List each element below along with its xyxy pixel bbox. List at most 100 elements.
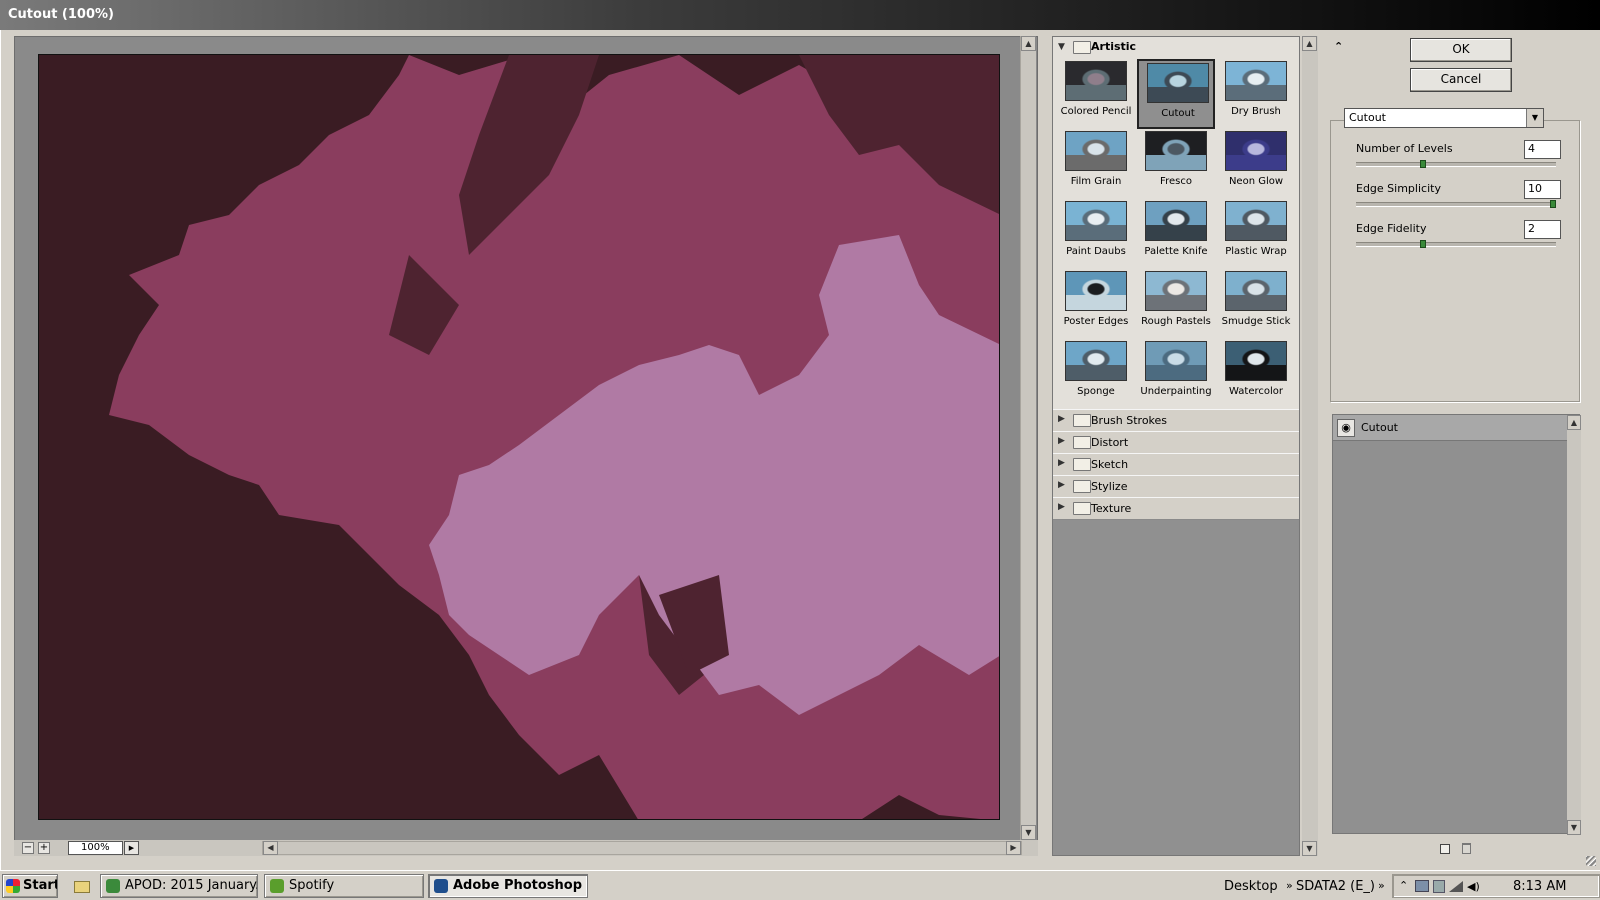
chevron-right-icon[interactable]: » (1286, 879, 1293, 892)
filter-thumb-fresco[interactable]: Fresco (1137, 129, 1215, 199)
filter-thumb-plastic-wrap[interactable]: Plastic Wrap (1217, 199, 1295, 269)
cancel-button[interactable]: Cancel (1410, 68, 1512, 92)
filter-thumb-dry-brush[interactable]: Dry Brush (1217, 59, 1295, 129)
trash-icon[interactable] (1462, 843, 1471, 854)
filter-thumb-label: Palette Knife (1144, 246, 1208, 257)
artistic-filter-grid: Colored Pencil Cutout Dry Brush Film Grain F… (1053, 57, 1299, 409)
network-error-icon[interactable] (1415, 880, 1429, 892)
filter-thumb-palette-knife[interactable]: Palette Knife (1137, 199, 1215, 269)
app-icon (434, 879, 448, 893)
show-desktop-icon[interactable] (74, 881, 90, 893)
scroll-up-button[interactable]: ▲ (1021, 36, 1036, 51)
filter-thumb-rough-pastels[interactable]: Rough Pastels (1137, 269, 1215, 339)
start-button[interactable]: Start (2, 874, 58, 898)
window-titlebar[interactable]: Cutout (100%) (0, 0, 1600, 30)
filter-thumb-film-grain[interactable]: Film Grain (1057, 129, 1135, 199)
category-artistic-header[interactable]: ▼ Artistic (1053, 37, 1299, 57)
param-label: Edge Fidelity (1356, 222, 1427, 235)
eye-icon[interactable]: ◉ (1337, 419, 1355, 437)
layers-scrollbar[interactable]: ▲ ▼ (1567, 415, 1581, 835)
scroll-down-button[interactable]: ▼ (1567, 820, 1581, 835)
filter-thumb-underpainting[interactable]: Underpainting (1137, 339, 1215, 409)
toolbar-drive[interactable]: SDATA2 (E_) (1296, 879, 1375, 894)
filter-thumb-paint-daubs[interactable]: Paint Daubs (1057, 199, 1135, 269)
category-label: Sketch (1091, 458, 1129, 471)
filter-preview-image (1065, 271, 1127, 311)
filter-thumb-label: Smudge Stick (1221, 316, 1291, 327)
collapsed-triangle-icon: ▶ (1058, 414, 1065, 424)
filter-thumb-neon-glow[interactable]: Neon Glow (1217, 129, 1295, 199)
wifi-signal-icon[interactable] (1449, 881, 1463, 892)
param-slider-track[interactable] (1356, 242, 1556, 247)
preview-image[interactable] (38, 54, 1000, 820)
scroll-down-button[interactable]: ▼ (1302, 841, 1317, 856)
param-slider-track[interactable] (1356, 162, 1556, 167)
preview-bottom-bar: − + 100% ▶ ◀ ▶ (14, 840, 1038, 856)
filter-thumb-poster-edges[interactable]: Poster Edges (1057, 269, 1135, 339)
filter-thumb-cutout[interactable]: Cutout (1137, 59, 1215, 129)
scroll-left-button[interactable]: ◀ (263, 841, 278, 855)
filter-thumb-watercolor[interactable]: Watercolor (1217, 339, 1295, 409)
filter-thumb-label: Dry Brush (1231, 106, 1281, 117)
zoom-level-field[interactable]: 100% (68, 841, 123, 855)
filter-thumb-colored-pencil[interactable]: Colored Pencil (1057, 59, 1135, 129)
scroll-up-button[interactable]: ▲ (1302, 36, 1317, 51)
param-label: Edge Simplicity (1356, 182, 1441, 195)
filter-thumb-smudge-stick[interactable]: Smudge Stick (1217, 269, 1295, 339)
gallery-scrollbar[interactable]: ▲ ▼ (1302, 36, 1318, 856)
scroll-right-button[interactable]: ▶ (1006, 841, 1021, 855)
filter-preview-image (1225, 61, 1287, 101)
effect-layer-row[interactable]: ◉ Cutout (1333, 415, 1567, 441)
category-texture[interactable]: ▶ Texture (1053, 497, 1299, 520)
safely-remove-hardware-icon[interactable] (1433, 880, 1445, 893)
volume-icon[interactable]: ◀) (1467, 880, 1480, 893)
filter-thumb-label: Film Grain (1070, 176, 1122, 187)
param-label: Number of Levels (1356, 142, 1453, 155)
param-value-field[interactable]: 10 (1524, 180, 1561, 199)
category-sketch[interactable]: ▶ Sketch (1053, 453, 1299, 476)
chevron-right-icon[interactable]: » (1378, 879, 1385, 892)
cutout-preview-art (39, 55, 999, 819)
taskbar-task-button[interactable]: APOD: 2015 January... (100, 874, 258, 898)
category-distort[interactable]: ▶ Distort (1053, 431, 1299, 454)
preview-vertical-scrollbar[interactable]: ▲ ▼ (1020, 36, 1036, 840)
zoom-menu-button[interactable]: ▶ (124, 841, 139, 855)
param-slider-thumb[interactable] (1550, 200, 1556, 208)
tray-expand-icon[interactable]: ⌃ (1399, 879, 1408, 892)
folder-open-icon (1073, 41, 1091, 54)
effect-layers-panel: ◉ Cutout ▲ ▼ (1332, 414, 1581, 835)
filter-thumb-sponge[interactable]: Sponge (1057, 339, 1135, 409)
param-slider-thumb[interactable] (1420, 160, 1427, 168)
filter-preview-image (1065, 201, 1127, 241)
zoom-out-button[interactable]: − (22, 842, 34, 854)
resize-grip-icon[interactable] (1586, 856, 1596, 866)
preview-horizontal-scrollbar[interactable]: ◀ ▶ (262, 841, 1022, 855)
taskbar-task-button[interactable]: Spotify (264, 874, 424, 898)
expanded-triangle-icon: ▼ (1058, 42, 1065, 52)
folder-icon (1073, 436, 1091, 449)
category-label: Stylize (1091, 480, 1128, 493)
clock[interactable]: 8:13 AM (1513, 879, 1566, 894)
windows-logo-icon (6, 879, 20, 893)
category-brush-strokes[interactable]: ▶ Brush Strokes (1053, 409, 1299, 432)
scroll-down-button[interactable]: ▼ (1021, 825, 1036, 840)
filter-select-dropdown[interactable]: Cutout ▼ (1344, 108, 1544, 128)
filter-preview-image (1225, 341, 1287, 381)
category-stylize[interactable]: ▶ Stylize (1053, 475, 1299, 498)
filter-preview-image (1225, 131, 1287, 171)
taskbar-task-button[interactable]: Adobe Photoshop ... (428, 874, 588, 898)
param-value-field[interactable]: 4 (1524, 140, 1561, 159)
toolbar-desktop[interactable]: Desktop (1224, 879, 1278, 894)
task-label: Spotify (289, 878, 335, 893)
zoom-in-button[interactable]: + (38, 842, 50, 854)
folder-icon (1073, 458, 1091, 471)
collapse-gallery-button[interactable]: ⌃ (1334, 40, 1343, 53)
ok-button[interactable]: OK (1410, 38, 1512, 62)
collapsed-triangle-icon: ▶ (1058, 480, 1065, 490)
param-slider-track[interactable] (1356, 202, 1556, 207)
scroll-up-button[interactable]: ▲ (1567, 415, 1581, 430)
param-value-field[interactable]: 2 (1524, 220, 1561, 239)
param-slider-thumb[interactable] (1420, 240, 1427, 248)
filter-preview-image (1065, 61, 1127, 101)
new-effect-layer-icon[interactable] (1440, 844, 1450, 854)
